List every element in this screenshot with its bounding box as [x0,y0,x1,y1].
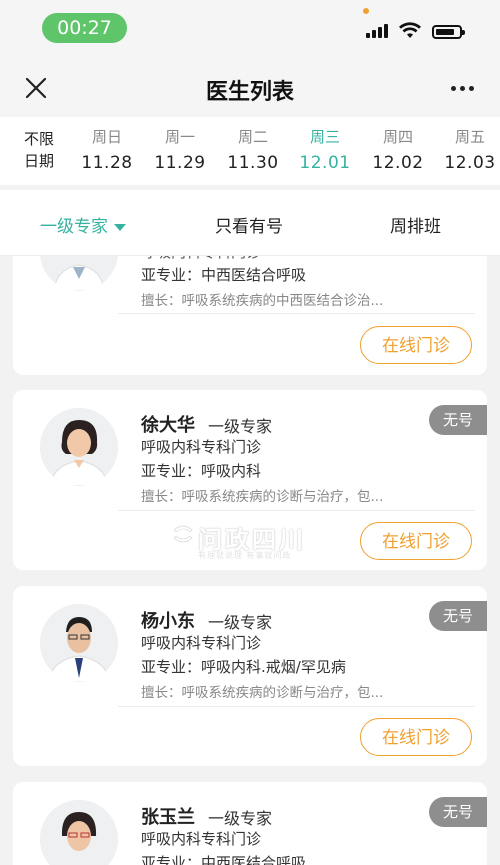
date-item-sun[interactable]: 周日 11.28 [72,127,142,175]
filter-bar: 一级专家 只看有号 周排班 [0,190,500,256]
date-item-wed-selected[interactable]: 周三 12.01 [290,127,360,175]
doctor-name: 徐大华 [141,415,195,436]
doctor-avatar [40,408,118,486]
online-consult-button[interactable]: 在线门诊 [360,522,472,560]
page-title: 医生列表 [205,80,294,105]
doctor-card[interactable]: 张玉兰 一级专家 无号 呼吸内科专科门诊 亚专业：中西医结合呼吸 [13,782,487,865]
doctor-department: 呼吸内科专科门诊 [141,438,262,456]
doctor-avatar [40,604,118,682]
divider [118,313,475,314]
doctor-avatar [40,800,118,865]
filter-weekly-schedule[interactable]: 周排班 [390,212,441,237]
status-time: 00:27 [42,13,127,43]
divider [118,510,475,511]
filter-available-only[interactable]: 只看有号 [215,212,283,237]
battery-icon [432,25,465,39]
doctor-card[interactable]: 杨小东 一级专家 无号 呼吸内科专科门诊 亚专业：呼吸内科.戒烟/罕见病 擅长：… [13,586,487,766]
filter-level-dropdown[interactable]: 一级专家 [40,212,126,237]
no-slot-badge: 无号 [429,601,487,631]
doctor-level: 一级专家 [208,417,273,436]
doctor-department: 呼吸内科专科门诊 [141,830,262,848]
doctor-name: 张玉兰 [141,807,195,828]
date-item-thu[interactable]: 周四 12.02 [363,127,433,175]
wifi-icon [399,22,421,38]
doctor-expertise: 擅长：呼吸系统疾病的诊断与治疗，包... [141,489,384,505]
caret-down-icon [114,223,126,231]
doctor-expertise: 擅长：呼吸系统疾病的中西医结合诊治... [141,293,384,309]
doctor-subspecialty: 亚专业：中西医结合呼吸 [141,854,307,865]
nav-bar: 医生列表 [0,60,500,117]
date-item-tue[interactable]: 周二 11.30 [218,127,288,175]
doctor-expertise: 擅长：呼吸系统疾病的诊断与治疗，包... [141,685,384,701]
no-slot-badge: 无号 [429,797,487,827]
online-consult-button[interactable]: 在线门诊 [360,718,472,756]
date-unlimited[interactable]: 不限 日期 [24,128,54,172]
divider [118,706,475,707]
doctor-level: 一级专家 [208,613,273,632]
privacy-indicator-icon [363,8,369,14]
date-selector: 不限 日期 周日 11.28 周一 11.29 周二 11.30 周三 12.0… [0,117,500,185]
online-consult-button[interactable]: 在线门诊 [360,326,472,364]
date-item-mon[interactable]: 周一 11.29 [145,127,215,175]
more-icon[interactable] [448,84,478,94]
doctor-subspecialty: 亚专业：呼吸内科.戒烟/罕见病 [141,658,346,676]
doctor-card[interactable]: 徐大华 一级专家 无号 呼吸内科专科门诊 亚专业：呼吸内科 擅长：呼吸系统疾病的… [13,390,487,570]
doctor-subspecialty: 亚专业：呼吸内科 [141,462,262,480]
doctor-subspecialty: 亚专业：中西医结合呼吸 [141,266,307,284]
no-slot-badge: 无号 [429,405,487,435]
doctor-department: 呼吸内科专科门诊 [141,634,262,652]
doctor-name: 杨小东 [141,611,195,632]
doctor-level: 一级专家 [208,809,273,828]
status-bar: 00:27 [0,0,500,60]
date-item-fri[interactable]: 周五 12.03 [435,127,500,175]
